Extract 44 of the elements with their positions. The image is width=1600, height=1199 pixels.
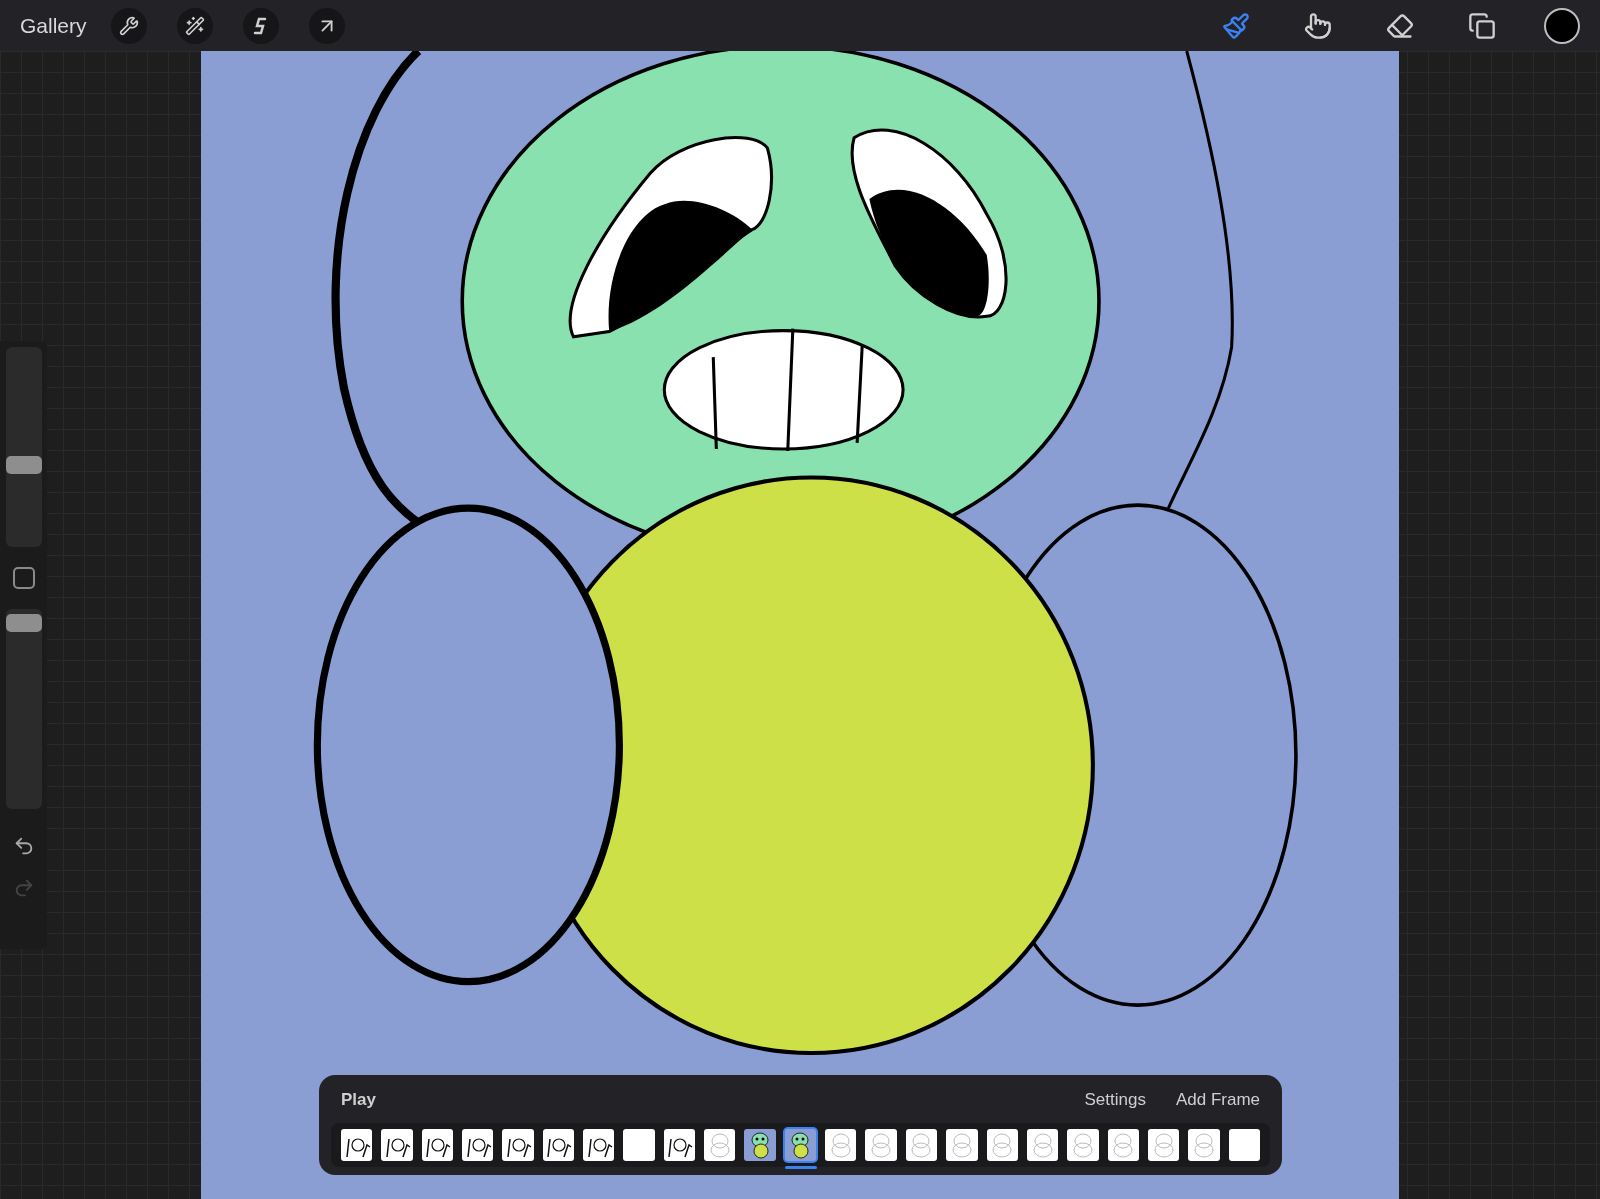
frame-thumbnail[interactable] <box>986 1129 1018 1161</box>
frame-thumbnail[interactable] <box>865 1129 897 1161</box>
frame-thumbnail[interactable] <box>1067 1129 1099 1161</box>
current-frame-indicator <box>784 1166 817 1169</box>
wrench-icon <box>118 15 139 36</box>
add-frame-button[interactable]: Add Frame <box>1175 1087 1260 1113</box>
brush-icon <box>1222 11 1250 40</box>
frame-thumbnail[interactable] <box>623 1129 655 1161</box>
settings-link[interactable]: Settings <box>1084 1087 1146 1113</box>
slider-thumb[interactable] <box>5 614 42 633</box>
frame-thumbnail[interactable] <box>744 1129 776 1161</box>
gallery-button[interactable]: Gallery <box>20 9 87 42</box>
frame-thumbnail[interactable] <box>1147 1129 1180 1161</box>
slider-thumb[interactable] <box>5 456 42 475</box>
layers-icon <box>1468 11 1496 40</box>
frame-thumbnail[interactable] <box>502 1129 534 1161</box>
color-swatch[interactable] <box>1544 7 1580 44</box>
canvas[interactable] <box>201 51 1399 1199</box>
frame-thumbnail[interactable] <box>542 1129 575 1161</box>
frame-thumbnail[interactable] <box>663 1129 696 1161</box>
frame-thumbnail[interactable] <box>1107 1129 1139 1161</box>
frame-thumbnail[interactable] <box>341 1129 373 1161</box>
frame-thumbnail[interactable] <box>946 1129 978 1161</box>
modify-button[interactable] <box>12 567 35 589</box>
frame-thumbnail[interactable] <box>1228 1129 1260 1161</box>
transform-button[interactable] <box>308 7 345 44</box>
finger-icon <box>1304 11 1332 40</box>
frame-thumbnail[interactable] <box>704 1129 736 1161</box>
frame-thumbnail[interactable] <box>583 1129 615 1161</box>
settings-button[interactable] <box>110 7 147 44</box>
opacity-slider[interactable] <box>5 609 42 809</box>
eraser-icon <box>1386 11 1414 40</box>
magic-wand-icon <box>184 15 205 36</box>
frame-thumbnail[interactable] <box>905 1129 938 1161</box>
frame-thumbnail[interactable] <box>462 1129 494 1161</box>
brush-size-slider[interactable] <box>5 347 42 547</box>
magic-wand-button[interactable] <box>176 7 213 44</box>
frame-thumbnail[interactable] <box>1188 1129 1220 1161</box>
frame-thumbnail[interactable] <box>825 1129 857 1161</box>
frame-thumbnail[interactable] <box>421 1129 454 1161</box>
frame-thumbnail[interactable] <box>1026 1129 1059 1161</box>
selection-button[interactable] <box>242 7 279 44</box>
play-button[interactable]: Play <box>341 1087 376 1113</box>
frame-thumbnail[interactable] <box>381 1129 413 1161</box>
